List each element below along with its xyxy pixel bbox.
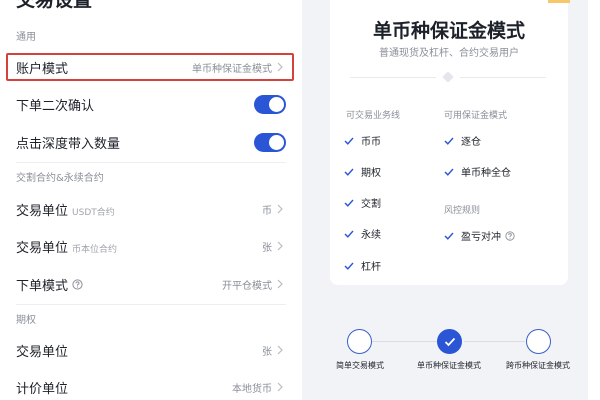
- stepper-line: [372, 341, 437, 342]
- depth-quantity-toggle[interactable]: [254, 132, 286, 152]
- trade-unit-coin-label: 交易单位: [16, 240, 69, 256]
- order-mode-row[interactable]: 下单模式 开平仓模式: [6, 270, 294, 298]
- card-accent: [548, 0, 570, 3]
- check-icon: [344, 199, 354, 207]
- section-label-options: 期权: [16, 315, 36, 326]
- step-label: 跨币种保证金模式: [506, 361, 570, 370]
- chevron-right-icon: [274, 203, 286, 215]
- account-mode-label: 账户模式: [16, 61, 69, 77]
- trade-unit-coin-sub: 币本位合约: [72, 244, 118, 255]
- step-simple-mode[interactable]: [347, 329, 372, 354]
- step-label: 单币种保证金模式: [417, 361, 481, 370]
- check-icon: [344, 137, 354, 145]
- help-icon[interactable]: [505, 230, 515, 241]
- step-label: 简单交易模式: [336, 361, 384, 370]
- order-confirm-toggle[interactable]: [254, 94, 286, 114]
- check-icon: [444, 137, 454, 145]
- trade-unit-usdt-sub: USDT合约: [72, 207, 115, 218]
- check-icon: [444, 337, 455, 346]
- order-mode-label: 下单模式: [16, 278, 69, 294]
- business-item: 永续: [344, 226, 381, 241]
- check-icon: [344, 168, 354, 176]
- diamond-ornament: [442, 71, 454, 83]
- business-item: 杠杆: [344, 258, 381, 273]
- trade-unit-coin-value: 张: [262, 242, 272, 254]
- chevron-right-icon: [274, 381, 286, 393]
- chevron-right-icon: [274, 278, 286, 290]
- help-icon[interactable]: [72, 278, 83, 290]
- business-item-label: 期权: [361, 168, 381, 179]
- order-confirm-row: 下单二次确认: [6, 90, 294, 118]
- margin-item: 逐仓: [444, 133, 481, 148]
- trade-unit-coin-row[interactable]: 交易单位 币本位合约 张: [6, 232, 294, 260]
- step-multi-currency-mode[interactable]: [526, 329, 551, 354]
- toggle-knob: [269, 134, 284, 150]
- trade-unit-usdt-row[interactable]: 交易单位 USDT合约 币: [6, 195, 294, 223]
- pricing-unit-label: 计价单位: [16, 381, 69, 397]
- check-icon: [344, 230, 354, 238]
- card-subtitle: 普通现货及杠杆、合约交易用户: [379, 48, 519, 59]
- separator-line: [460, 77, 546, 78]
- depth-quantity-row: 点击深度带入数量: [6, 128, 294, 156]
- section-label-general: 通用: [16, 32, 36, 43]
- chevron-right-icon: [274, 61, 286, 73]
- business-item: 期权: [344, 164, 381, 179]
- margin-item-label: 逐仓: [461, 137, 481, 148]
- risk-header: 风控规则: [444, 206, 481, 216]
- check-icon: [444, 232, 454, 240]
- business-header: 可交易业务线: [346, 111, 401, 121]
- divider: [16, 304, 286, 305]
- check-icon: [444, 168, 454, 176]
- pricing-unit-row[interactable]: 计价单位 本地货币: [6, 373, 294, 400]
- business-item-label: 交割: [361, 199, 381, 210]
- separator-line: [350, 77, 436, 78]
- options-trade-unit-value: 张: [262, 346, 272, 358]
- toggle-knob: [269, 96, 284, 112]
- mode-stepper: 简单交易模式 单币种保证金模式 跨币种保证金模式: [302, 300, 600, 400]
- divider: [16, 162, 286, 163]
- business-item-label: 币币: [361, 137, 381, 148]
- card-title: 单币种保证金模式: [372, 20, 525, 42]
- pricing-unit-value: 本地货币: [232, 383, 272, 395]
- depth-quantity-label: 点击深度带入数量: [16, 136, 121, 152]
- edge-strip: [588, 0, 600, 400]
- step-single-currency-mode[interactable]: [437, 329, 462, 354]
- chevron-right-icon: [274, 344, 286, 356]
- section-label-futures: 交割合约&永续合约: [16, 173, 104, 184]
- check-icon: [344, 262, 354, 270]
- margin-mode-card: 单币种保证金模式 普通现货及杠杆、合约交易用户 可交易业务线 可用保证金模式 币…: [330, 0, 570, 285]
- chevron-right-icon: [274, 240, 286, 252]
- trade-settings-panel: 交易设置 通用 账户模式 单币种保证金模式 下单二次确认 点击深度带入数量 交割…: [0, 0, 302, 400]
- account-mode-row[interactable]: 账户模式 单币种保证金模式: [6, 53, 294, 81]
- margin-header: 可用保证金模式: [444, 111, 508, 121]
- order-mode-value: 开平仓模式: [222, 280, 272, 292]
- business-item-label: 杠杆: [361, 262, 381, 273]
- margin-item: 单币种全仓: [444, 164, 511, 179]
- account-mode-value: 单币种保证金模式: [192, 63, 272, 75]
- margin-item-label: 单币种全仓: [461, 168, 511, 179]
- risk-item: 盈亏对冲: [444, 228, 515, 243]
- risk-item-label: 盈亏对冲: [461, 232, 501, 243]
- trade-unit-usdt-label: 交易单位: [16, 203, 69, 219]
- page-title: 交易设置: [16, 0, 93, 11]
- options-trade-unit-row[interactable]: 交易单位 张: [6, 336, 294, 364]
- business-item-label: 永续: [361, 230, 381, 241]
- business-item: 币币: [344, 133, 381, 148]
- stepper-line: [464, 341, 525, 342]
- trade-unit-usdt-value: 币: [262, 205, 272, 217]
- order-confirm-label: 下单二次确认: [16, 98, 95, 114]
- business-item: 交割: [344, 195, 381, 210]
- options-trade-unit-label: 交易单位: [16, 344, 69, 360]
